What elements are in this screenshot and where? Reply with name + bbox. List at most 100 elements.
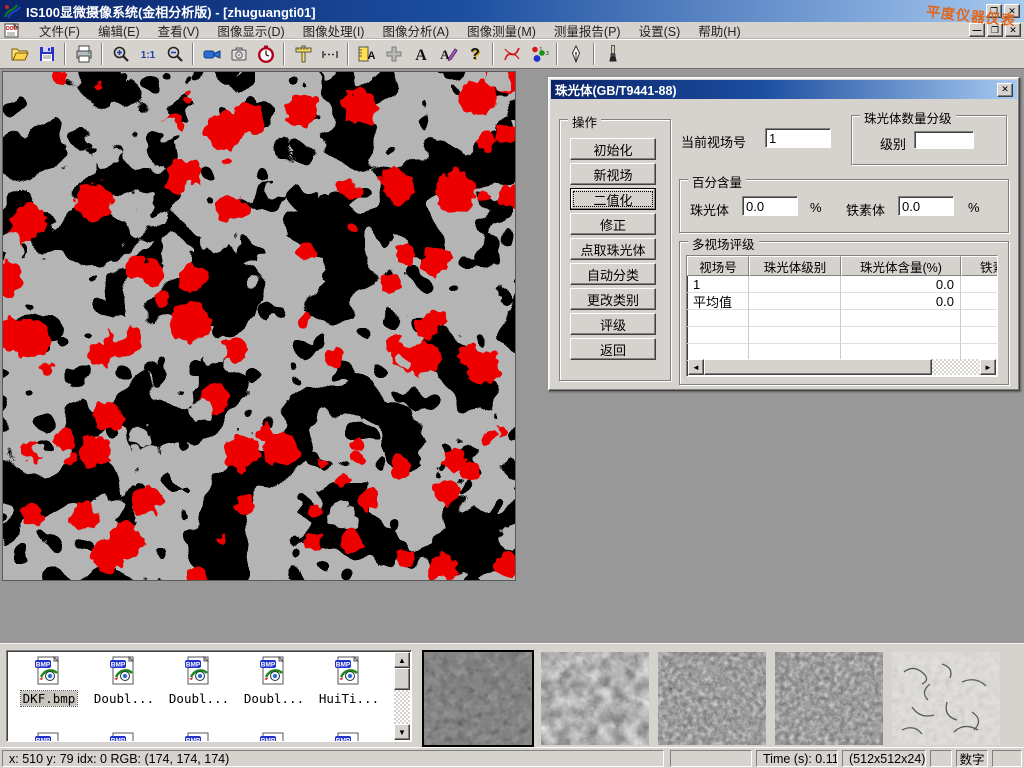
file-listbox[interactable]: BMP DKF.bmp BMP Doubl... BMP Doubl... BM… (6, 650, 412, 742)
thumbnail-3[interactable] (658, 652, 766, 745)
menu-image-process[interactable]: 图像处理(I) (294, 20, 374, 41)
dialog-close-button[interactable]: ✕ (997, 83, 1013, 97)
mdi-restore-button[interactable]: ❐ (987, 23, 1003, 37)
file-item-partial[interactable]: BMP (163, 731, 235, 742)
current-view-input[interactable] (765, 128, 831, 148)
thumbnail-4[interactable] (775, 652, 883, 745)
camera-icon (229, 44, 249, 64)
move-object-button[interactable] (380, 42, 407, 67)
init-button[interactable]: 初始化 (570, 138, 656, 160)
menu-settings[interactable]: 设置(S) (630, 20, 690, 41)
ruler-text-icon: A (357, 44, 377, 64)
file-item[interactable]: BMP Doubl... (88, 655, 160, 706)
save-icon (37, 44, 57, 64)
pen-tool-button[interactable] (562, 42, 589, 67)
count-points-button[interactable]: 13 (525, 42, 552, 67)
binarize-button[interactable]: 二值化 (570, 188, 656, 210)
print-button[interactable] (70, 42, 97, 67)
open-button[interactable] (6, 42, 33, 67)
thumbnail-1[interactable] (424, 652, 532, 745)
svg-text:BMP: BMP (336, 662, 351, 669)
ferrite-percent-input[interactable] (898, 196, 954, 216)
count-points-icon: 13 (529, 44, 549, 64)
help-button[interactable]: ?? (461, 42, 488, 67)
new-field-button[interactable]: 新视场 (570, 163, 656, 185)
cell-pearlite: 0.0 (841, 276, 961, 293)
grade-group-label: 珠光体数量分级 (860, 108, 956, 127)
scrollbar-thumb[interactable] (394, 668, 410, 690)
scroll-left-button[interactable]: ◄ (688, 359, 704, 375)
scrollbar-thumb[interactable] (704, 359, 932, 375)
thumbnail-2[interactable] (541, 652, 649, 745)
file-item[interactable]: BMP DKF.bmp (13, 655, 85, 706)
window-title: IS100显微摄像系统(金相分析版) - [zhuguangti01] (26, 2, 316, 21)
scale-annotate-button[interactable]: A (353, 42, 380, 67)
filelist-vertical-scrollbar[interactable]: ▲ ▼ (394, 652, 410, 740)
actual-size-button[interactable]: 1:1 (134, 42, 161, 67)
save-button[interactable] (33, 42, 60, 67)
menu-help[interactable]: 帮助(H) (689, 20, 749, 41)
scroll-right-button[interactable]: ► (980, 359, 996, 375)
ferrite-percent-label: 铁素体 (846, 200, 885, 219)
camera-capture-button[interactable] (225, 42, 252, 67)
grade-button[interactable]: 评级 (570, 313, 656, 335)
file-item-partial[interactable]: BMP (238, 731, 310, 742)
table-horizontal-scrollbar[interactable]: ◄ ► (688, 359, 996, 375)
table-row[interactable]: 1 0.0 (687, 276, 997, 293)
text-edit-button[interactable]: A (434, 42, 461, 67)
auto-classify-button[interactable]: 自动分类 (570, 263, 656, 285)
cell-ferrite (961, 276, 998, 293)
mdi-close-button[interactable]: ✕ (1005, 23, 1021, 37)
col-pearlite-content: 珠光体含量(%) (841, 256, 961, 276)
scroll-down-button[interactable]: ▼ (394, 724, 410, 740)
change-class-button[interactable]: 更改类别 (570, 288, 656, 310)
pearlite-percent-input[interactable] (742, 196, 798, 216)
file-item[interactable]: BMP Doubl... (238, 655, 310, 706)
dialog-title-bar[interactable]: 珠光体(GB/T9441-88) ✕ (551, 80, 1017, 99)
close-button[interactable]: ✕ (1004, 4, 1020, 18)
curve-tool-button[interactable] (498, 42, 525, 67)
grade-group: 珠光体数量分级 级别 (851, 115, 1007, 165)
video-capture-button[interactable] (198, 42, 225, 67)
file-item-partial[interactable]: BMP (88, 731, 160, 742)
menu-image-display[interactable]: 图像显示(D) (208, 20, 293, 41)
file-item[interactable]: BMP HuiTi... (313, 655, 385, 706)
zoom-out-button[interactable] (161, 42, 188, 67)
metallograph-image[interactable] (2, 71, 516, 581)
menu-file[interactable]: 文件(F) (30, 20, 89, 41)
menu-image-analysis[interactable]: 图像分析(A) (373, 20, 458, 41)
scrollbar-track[interactable] (394, 690, 410, 724)
toolbar-separator (593, 43, 595, 65)
table-row[interactable]: 平均值 0.0 (687, 293, 997, 310)
menu-measure-report[interactable]: 测量报告(P) (545, 20, 630, 41)
app-logo-icon (4, 3, 21, 20)
file-item-partial[interactable]: BMP (13, 731, 85, 742)
timer-button[interactable] (252, 42, 279, 67)
dashed-ruler-icon (320, 44, 340, 64)
grade-level-input[interactable] (914, 131, 974, 149)
scroll-up-button[interactable]: ▲ (394, 652, 410, 668)
zoom-in-button[interactable] (107, 42, 134, 67)
file-item[interactable]: BMP Doubl... (163, 655, 235, 706)
scrollbar-track[interactable] (932, 359, 980, 375)
restore-button[interactable]: ❐ (986, 4, 1002, 18)
document-icon: DOC (4, 23, 22, 38)
pick-pearlite-button[interactable]: 点取珠光体 (570, 238, 656, 260)
return-button[interactable]: 返回 (570, 338, 656, 360)
length-measure-button[interactable] (316, 42, 343, 67)
print-icon (74, 44, 94, 64)
file-item-partial[interactable]: BMP (313, 731, 385, 742)
menu-image-measure[interactable]: 图像测量(M) (458, 20, 545, 41)
caliper-measure-button[interactable] (289, 42, 316, 67)
thumbnail-5[interactable] (892, 652, 1000, 745)
correct-button[interactable]: 修正 (570, 213, 656, 235)
menu-edit[interactable]: 编辑(E) (89, 20, 149, 41)
brush-tool-button[interactable] (599, 42, 626, 67)
percent-group: 百分含量 珠光体 % 铁素体 % (679, 179, 1009, 233)
mdi-minimize-button[interactable]: — (969, 23, 985, 37)
text-button[interactable]: A (407, 42, 434, 67)
toolbar-separator (283, 43, 285, 65)
actual-size-icon: 1:1 (138, 44, 158, 64)
image-size-panel: (512x512x24) (842, 750, 926, 767)
menu-view[interactable]: 查看(V) (149, 20, 209, 41)
